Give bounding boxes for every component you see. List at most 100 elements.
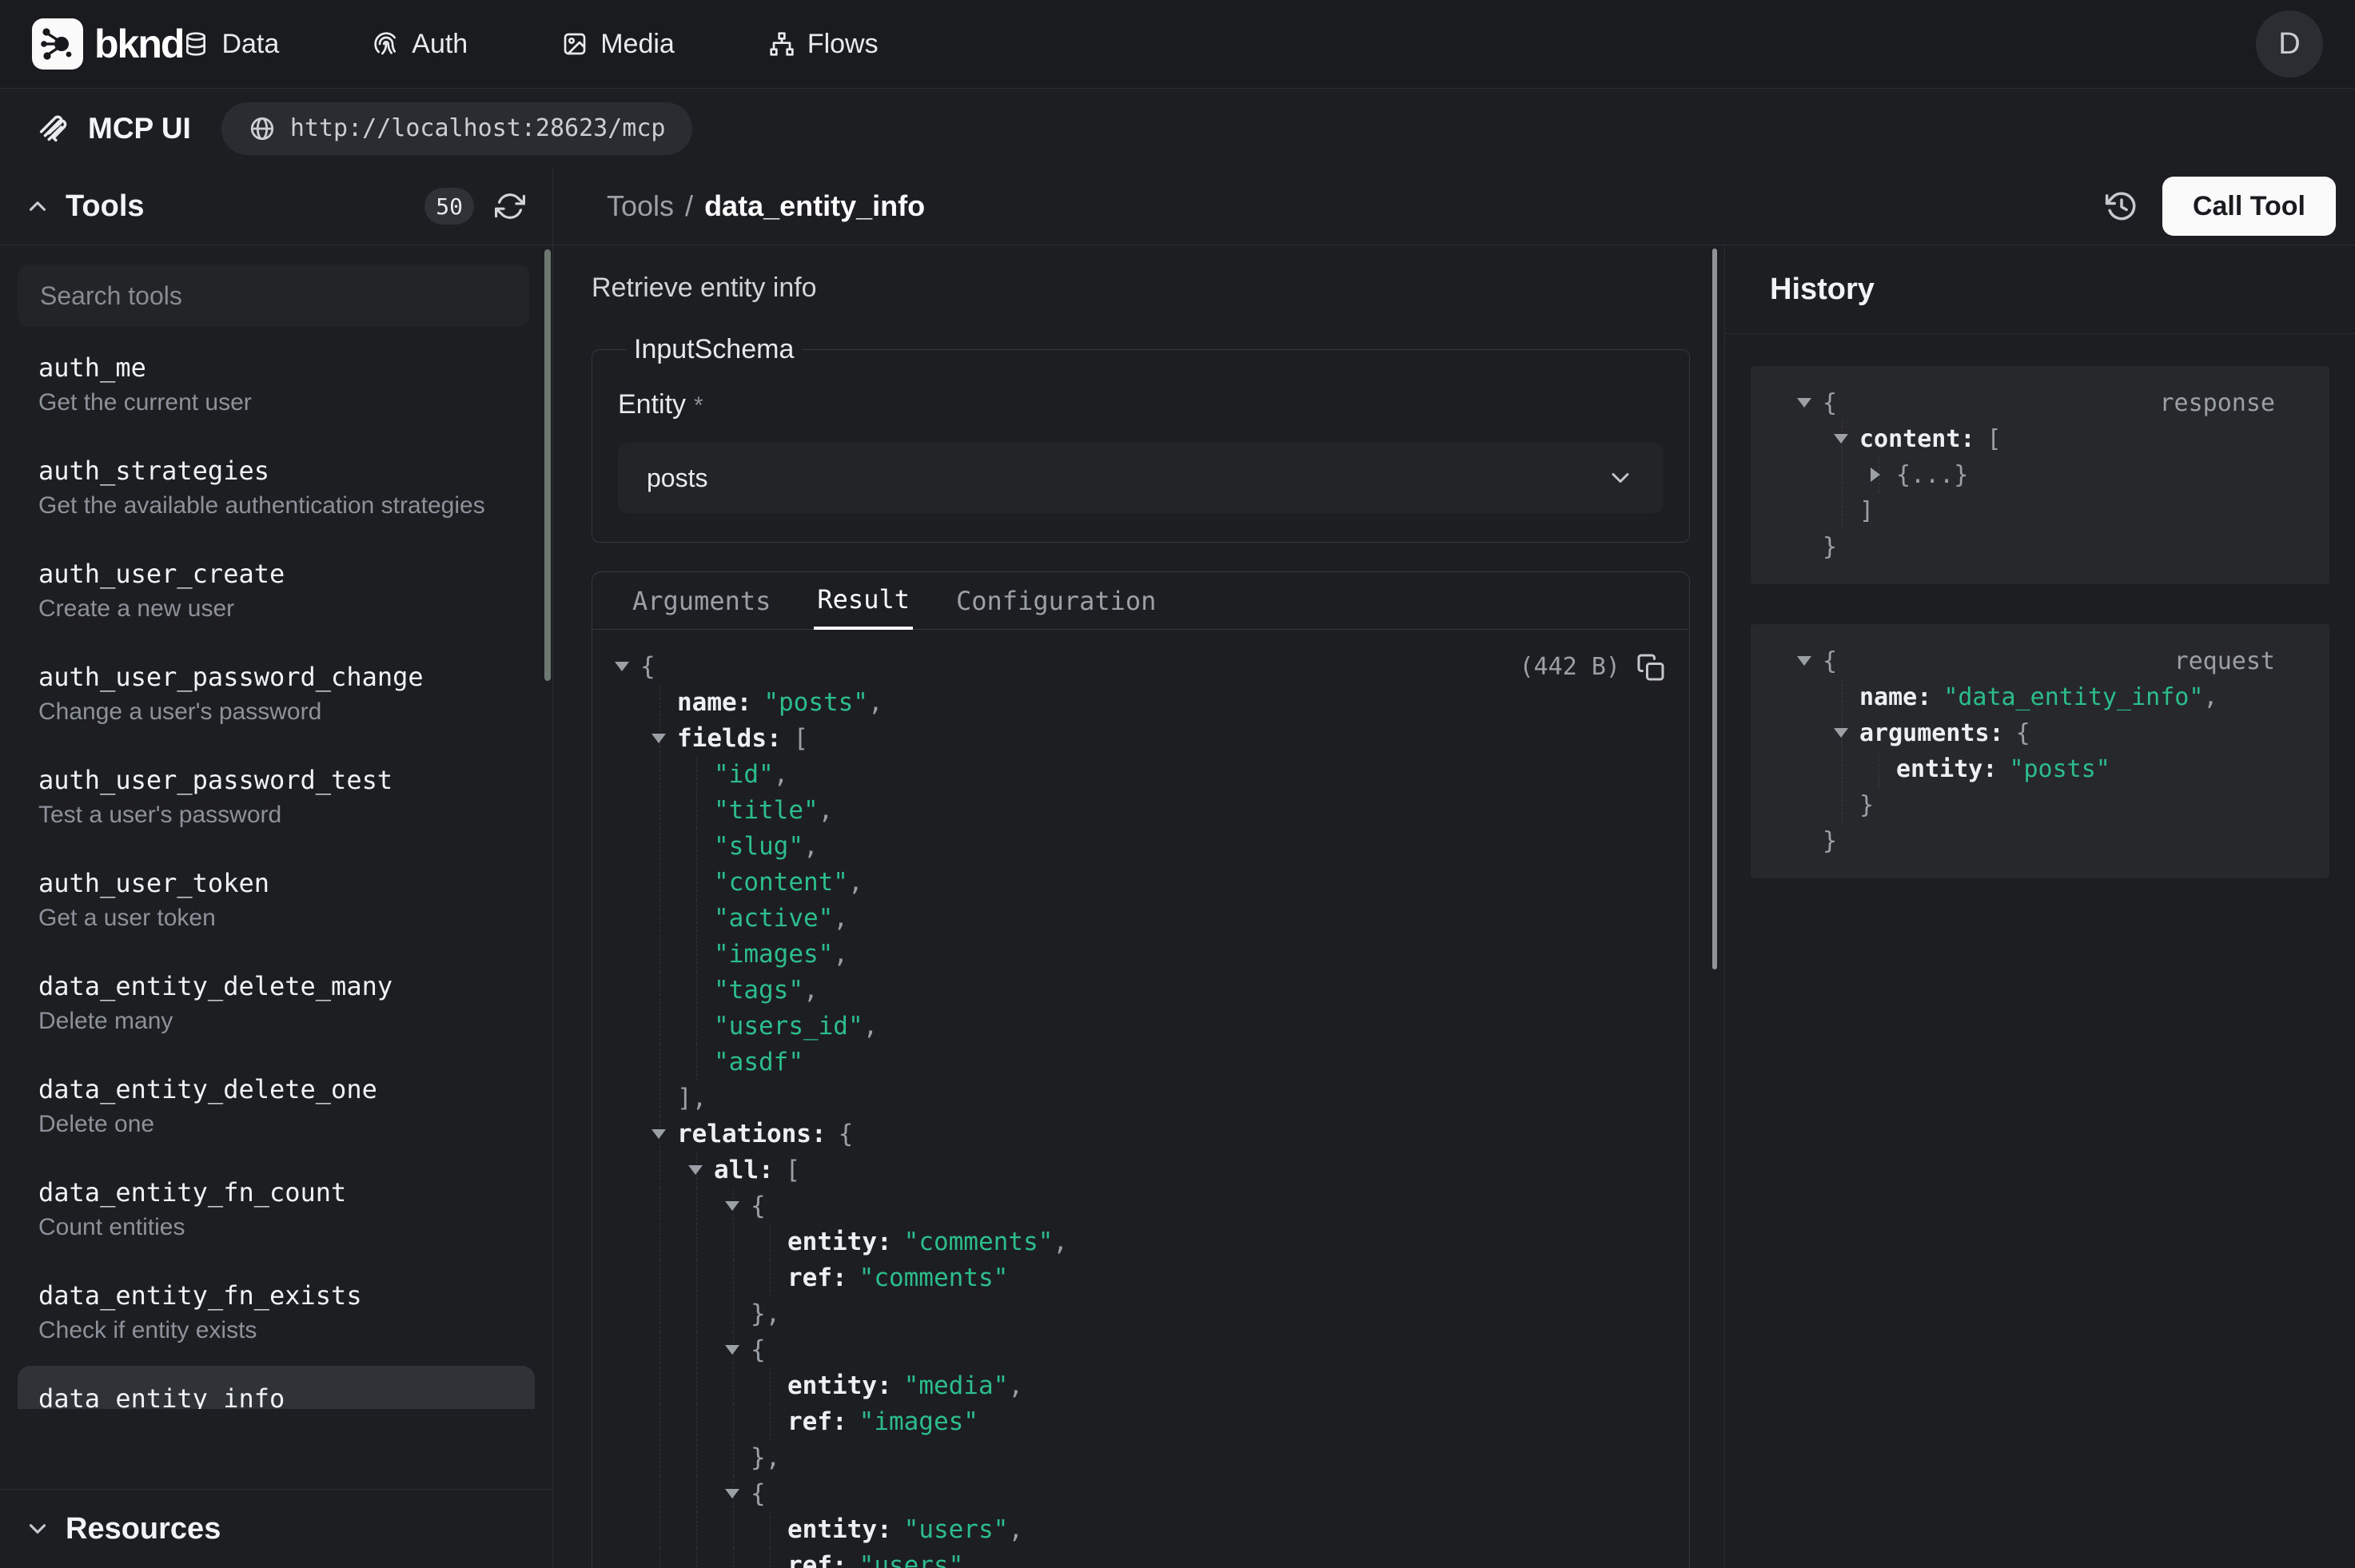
json-line: "title", (592, 793, 1689, 829)
json-line: { (592, 1188, 1689, 1224)
refresh-icon[interactable] (495, 191, 525, 221)
history-entry-response[interactable]: {responsecontent:[{...}]} (1751, 366, 2329, 584)
resources-section-header[interactable]: Resources (0, 1489, 552, 1568)
json-string: "comments" (904, 1228, 1054, 1256)
bknd-logo-icon[interactable] (32, 18, 83, 70)
expand-toggle-icon[interactable] (1871, 468, 1880, 482)
json-meta-label: request (2174, 643, 2275, 679)
indent-guide (696, 1368, 697, 1404)
search-input[interactable] (18, 265, 529, 327)
indent-guide (1842, 457, 1843, 493)
indent-guide (696, 1548, 697, 1568)
tool-detail-panel: Retrieve entity info InputSchema Entity*… (553, 245, 1725, 1568)
json-punctuation: , (2203, 683, 2218, 711)
json-punctuation: ] (1859, 497, 1874, 525)
tool-list-item[interactable]: data_entity_infoRetrieve entity info (18, 1366, 535, 1409)
json-line: } (1778, 787, 2302, 823)
nav-item-label: Data (221, 29, 279, 60)
collapse-toggle-icon[interactable] (725, 1489, 739, 1498)
json-line: {response (1778, 385, 2302, 421)
tool-description: Get the current user (38, 388, 514, 418)
input-schema-fieldset: InputSchema Entity* posts (592, 334, 1690, 543)
json-key: ref: (787, 1407, 847, 1436)
indent-guide (696, 1260, 697, 1296)
json-line: {...} (1778, 457, 2302, 493)
indent-guide (659, 1188, 660, 1224)
json-line: entity:"users", (592, 1512, 1689, 1548)
collapse-toggle-icon[interactable] (725, 1201, 739, 1211)
breadcrumb-root[interactable]: Tools (607, 189, 674, 223)
json-string: "posts" (763, 688, 868, 717)
entity-select[interactable]: posts (618, 443, 1664, 513)
tab-arguments[interactable]: Arguments (629, 572, 774, 629)
collapse-toggle-icon[interactable] (1797, 398, 1811, 408)
json-string: "images" (859, 1407, 978, 1436)
tool-list-item[interactable]: data_entity_fn_countCount entities (18, 1160, 535, 1260)
json-punctuation: { (751, 1479, 766, 1508)
indent-guide (696, 829, 697, 865)
collapse-toggle-icon[interactable] (688, 1165, 703, 1175)
tool-description: Delete many (38, 1006, 514, 1037)
tool-list-item[interactable]: auth_meGet the current user (18, 335, 535, 435)
nav-item-media[interactable]: Media (562, 29, 675, 60)
json-line: }, (592, 1296, 1689, 1332)
tab-result[interactable]: Result (814, 572, 913, 630)
tool-list: auth_meGet the current userauth_strategi… (0, 245, 552, 1409)
tool-list-item[interactable]: auth_user_tokenGet a user token (18, 850, 535, 950)
json-string: "posts" (2009, 755, 2110, 783)
indent-guide (696, 1224, 697, 1260)
json-line: entity: "posts" (1778, 751, 2302, 787)
tool-description: Check if entity exists (38, 1315, 514, 1346)
mcp-url-pill[interactable]: http://localhost:28623/mcp (221, 102, 693, 155)
brand-name: bknd (94, 21, 183, 67)
tool-description: Test a user's password (38, 800, 514, 830)
indent-guide (696, 973, 697, 1009)
globe-icon (249, 115, 276, 142)
tool-list-item[interactable]: auth_user_password_changeChange a user's… (18, 644, 535, 744)
collapse-toggle-icon[interactable] (1834, 728, 1848, 738)
tool-list-item[interactable]: auth_strategiesGet the available authent… (18, 438, 535, 538)
collapse-toggle-icon[interactable] (652, 734, 666, 743)
collapse-toggle-icon[interactable] (1797, 656, 1811, 666)
collapse-toggle-icon[interactable] (615, 662, 629, 671)
indent-guide (659, 973, 660, 1009)
history-entry-request[interactable]: {requestname:"data_entity_info",argument… (1751, 624, 2329, 878)
json-punctuation: } (1859, 791, 1874, 819)
tool-list-item[interactable]: data_entity_delete_oneDelete one (18, 1057, 535, 1156)
indent-guide (659, 757, 660, 793)
sidebar-scrollbar[interactable] (544, 249, 551, 681)
history-clock-icon[interactable] (2105, 189, 2138, 223)
json-string: "data_entity_info" (1943, 683, 2203, 711)
collapse-toggle-icon[interactable] (1834, 434, 1848, 444)
collapse-toggle-icon[interactable] (652, 1129, 666, 1139)
user-avatar[interactable]: D (2256, 10, 2323, 78)
collapse-toggle-icon[interactable] (725, 1345, 739, 1355)
tool-list-item[interactable]: data_entity_delete_many Delete many (18, 953, 535, 1053)
mcp-title: MCP UI (88, 112, 191, 145)
indent-guide (696, 901, 697, 937)
tool-name: auth_user_password_change (38, 661, 514, 693)
tool-list-item[interactable]: auth_user_createCreate a new user (18, 541, 535, 641)
json-string: "content" (714, 868, 848, 897)
nav-item-flows[interactable]: Flows (769, 29, 879, 60)
json-key: entity: (1896, 755, 1997, 783)
breadcrumb-separator: / (685, 189, 693, 223)
tools-section-header[interactable]: Tools 50 (0, 168, 552, 245)
json-line: ], (592, 1080, 1689, 1116)
tool-list-item[interactable]: auth_user_password_testTest a user's pas… (18, 747, 535, 847)
copy-icon[interactable] (1636, 653, 1665, 682)
call-tool-button[interactable]: Call Tool (2162, 177, 2336, 236)
indent-guide (659, 685, 660, 721)
json-key: content: (1859, 425, 1975, 453)
indent-guide (696, 865, 697, 901)
indent-guide (696, 937, 697, 973)
tool-name: auth_user_token (38, 867, 514, 899)
tool-name: data_entity_delete_many (38, 970, 514, 1002)
nav-item-data[interactable]: Data (183, 29, 279, 60)
indent-guide (733, 1224, 734, 1260)
tool-list-item[interactable]: data_entity_fn_existsCheck if entity exi… (18, 1263, 535, 1363)
json-string: "media" (904, 1371, 1009, 1400)
nav-item-auth[interactable]: Auth (373, 29, 468, 60)
main-scrollbar[interactable] (1712, 249, 1717, 969)
tab-configuration[interactable]: Configuration (953, 572, 1159, 629)
